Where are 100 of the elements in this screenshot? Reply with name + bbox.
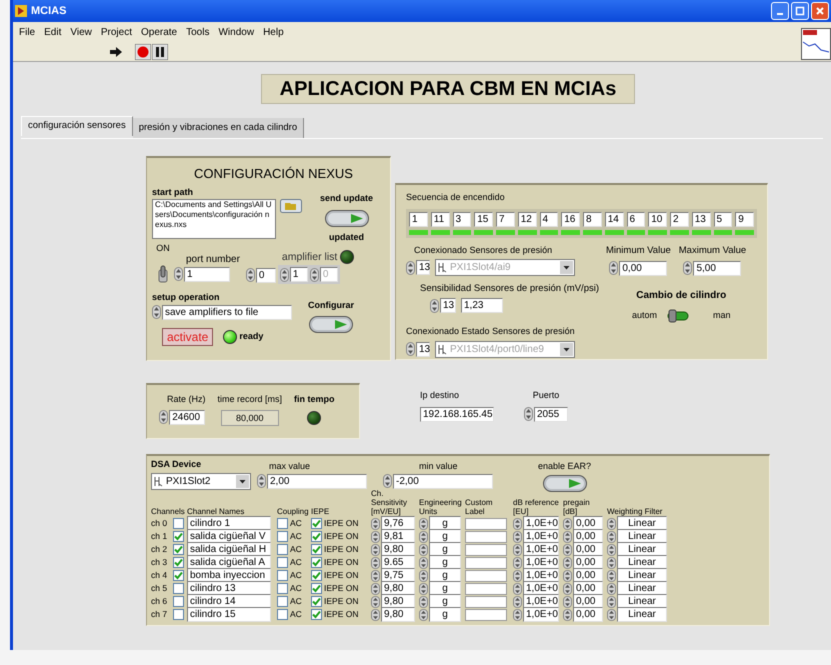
amplifier-index-field[interactable]: 0 xyxy=(256,268,276,282)
increment-decrement-arrows[interactable] xyxy=(371,596,380,608)
increment-decrement-arrows[interactable] xyxy=(257,474,266,488)
enable-ear-button[interactable] xyxy=(542,474,587,492)
increment-decrement-arrows[interactable] xyxy=(152,305,161,319)
increment-decrement-arrows[interactable] xyxy=(513,518,522,530)
custom-label-field[interactable] xyxy=(465,556,507,568)
custom-label-field[interactable] xyxy=(465,518,507,530)
sequence-field[interactable]: 5 xyxy=(714,212,732,226)
menu-item[interactable]: Operate xyxy=(140,24,178,40)
checkbox[interactable] xyxy=(311,570,322,581)
checkbox[interactable] xyxy=(173,570,184,581)
increment-decrement-arrows[interactable] xyxy=(607,582,616,594)
increment-decrement-arrows[interactable] xyxy=(607,608,616,620)
increment-decrement-arrows[interactable] xyxy=(371,544,380,556)
run-arrow-icon[interactable] xyxy=(109,46,123,58)
port-number-field[interactable]: 1 xyxy=(184,266,230,282)
device-selector[interactable]: PXI1Slot2 xyxy=(151,472,251,490)
path-field[interactable]: C:\Documents and Settings\All Users\Documents\configuración nexus.nxs xyxy=(152,199,276,239)
checkbox[interactable] xyxy=(277,557,288,568)
sequence-field[interactable]: 3 xyxy=(452,212,472,226)
increment-decrement-arrows[interactable] xyxy=(609,261,618,276)
checkbox[interactable] xyxy=(277,583,288,594)
maximize-button[interactable] xyxy=(791,2,809,20)
sequence-field[interactable]: 1 xyxy=(409,212,428,226)
checkbox[interactable] xyxy=(173,531,184,542)
checkbox[interactable] xyxy=(311,557,322,568)
increment-decrement-arrows[interactable] xyxy=(607,556,616,568)
checkbox[interactable] xyxy=(173,557,184,568)
increment-decrement-arrows[interactable] xyxy=(607,530,616,542)
increment-decrement-arrows[interactable] xyxy=(371,608,380,620)
increment-decrement-arrows[interactable] xyxy=(513,544,522,556)
increment-decrement-arrows[interactable] xyxy=(419,582,428,594)
index-field[interactable]: 13 xyxy=(416,260,430,275)
slide-switch[interactable] xyxy=(667,309,690,323)
increment-decrement-arrows[interactable] xyxy=(563,544,572,556)
menu-item[interactable]: Edit xyxy=(44,24,62,40)
increment-decrement-arrows[interactable] xyxy=(513,570,522,582)
checkbox[interactable] xyxy=(311,544,322,555)
increment-decrement-arrows[interactable] xyxy=(513,608,522,620)
increment-decrement-arrows[interactable] xyxy=(371,530,380,542)
increment-decrement-arrows[interactable] xyxy=(563,570,572,582)
increment-decrement-arrows[interactable] xyxy=(607,570,616,582)
increment-decrement-arrows[interactable] xyxy=(563,582,572,594)
increment-decrement-arrows[interactable] xyxy=(513,596,522,608)
custom-label-field[interactable] xyxy=(465,530,507,542)
increment-decrement-arrows[interactable] xyxy=(159,410,168,424)
menu-item[interactable]: Project xyxy=(100,24,132,40)
setup-operation-selector[interactable]: save amplifiers to file xyxy=(162,304,292,320)
increment-decrement-arrows[interactable] xyxy=(371,582,380,594)
increment-decrement-arrows[interactable] xyxy=(563,596,572,608)
increment-decrement-arrows[interactable] xyxy=(419,596,428,608)
custom-label-field[interactable] xyxy=(465,544,507,556)
increment-decrement-arrows[interactable] xyxy=(371,556,380,568)
checkbox[interactable] xyxy=(277,570,288,581)
increment-decrement-arrows[interactable] xyxy=(419,518,428,530)
increment-decrement-arrows[interactable] xyxy=(430,298,439,313)
close-button[interactable] xyxy=(811,2,829,20)
maximum-value-field[interactable]: 5,00 xyxy=(693,260,742,276)
checkbox[interactable] xyxy=(277,596,288,607)
checkbox[interactable] xyxy=(173,596,184,607)
port-field[interactable]: 2055 xyxy=(534,406,568,422)
tab[interactable]: configuración sensores xyxy=(21,116,133,136)
increment-decrement-arrows[interactable] xyxy=(513,556,522,568)
increment-decrement-arrows[interactable] xyxy=(371,570,380,582)
checkbox[interactable] xyxy=(173,518,184,529)
sequence-field[interactable]: 2 xyxy=(670,212,689,226)
checkbox[interactable] xyxy=(311,518,322,529)
rate-field[interactable]: 24600 xyxy=(169,410,206,424)
minimize-button[interactable] xyxy=(771,2,789,20)
sequence-field[interactable]: 12 xyxy=(518,212,536,226)
increment-decrement-arrows[interactable] xyxy=(513,582,522,594)
tab[interactable]: presión y vibraciones en cada cilindro xyxy=(132,118,304,138)
checkbox[interactable] xyxy=(277,544,288,555)
checkbox[interactable] xyxy=(311,531,322,542)
pregain-field[interactable]: 0,00 xyxy=(573,607,603,622)
max-value-field[interactable]: 2,00 xyxy=(267,474,367,488)
custom-label-field[interactable] xyxy=(465,582,507,594)
increment-decrement-arrows[interactable] xyxy=(419,530,428,542)
sequence-field[interactable]: 8 xyxy=(583,212,602,226)
increment-decrement-arrows[interactable] xyxy=(280,268,289,282)
increment-decrement-arrows[interactable] xyxy=(607,596,616,608)
checkbox[interactable] xyxy=(311,609,322,620)
increment-decrement-arrows[interactable] xyxy=(419,608,428,620)
checkbox[interactable] xyxy=(277,609,288,620)
db-reference-field[interactable]: 1,0E+0 xyxy=(523,607,559,622)
custom-label-field[interactable] xyxy=(465,570,507,582)
increment-decrement-arrows[interactable] xyxy=(246,268,255,282)
increment-decrement-arrows[interactable] xyxy=(419,556,428,568)
sequence-field[interactable]: 9 xyxy=(735,212,754,226)
units-field[interactable]: g xyxy=(429,607,461,622)
increment-decrement-arrows[interactable] xyxy=(174,267,183,281)
checkbox[interactable] xyxy=(311,596,322,607)
increment-decrement-arrows[interactable] xyxy=(371,518,380,530)
increment-decrement-arrows[interactable] xyxy=(383,474,392,488)
index-field[interactable]: 13 xyxy=(416,342,430,356)
sensitivity-field[interactable]: 1,23 xyxy=(461,298,503,314)
checkbox[interactable] xyxy=(311,583,322,594)
channel-name-field[interactable]: cilindro 15 xyxy=(187,607,271,622)
increment-decrement-arrows[interactable] xyxy=(406,260,415,274)
